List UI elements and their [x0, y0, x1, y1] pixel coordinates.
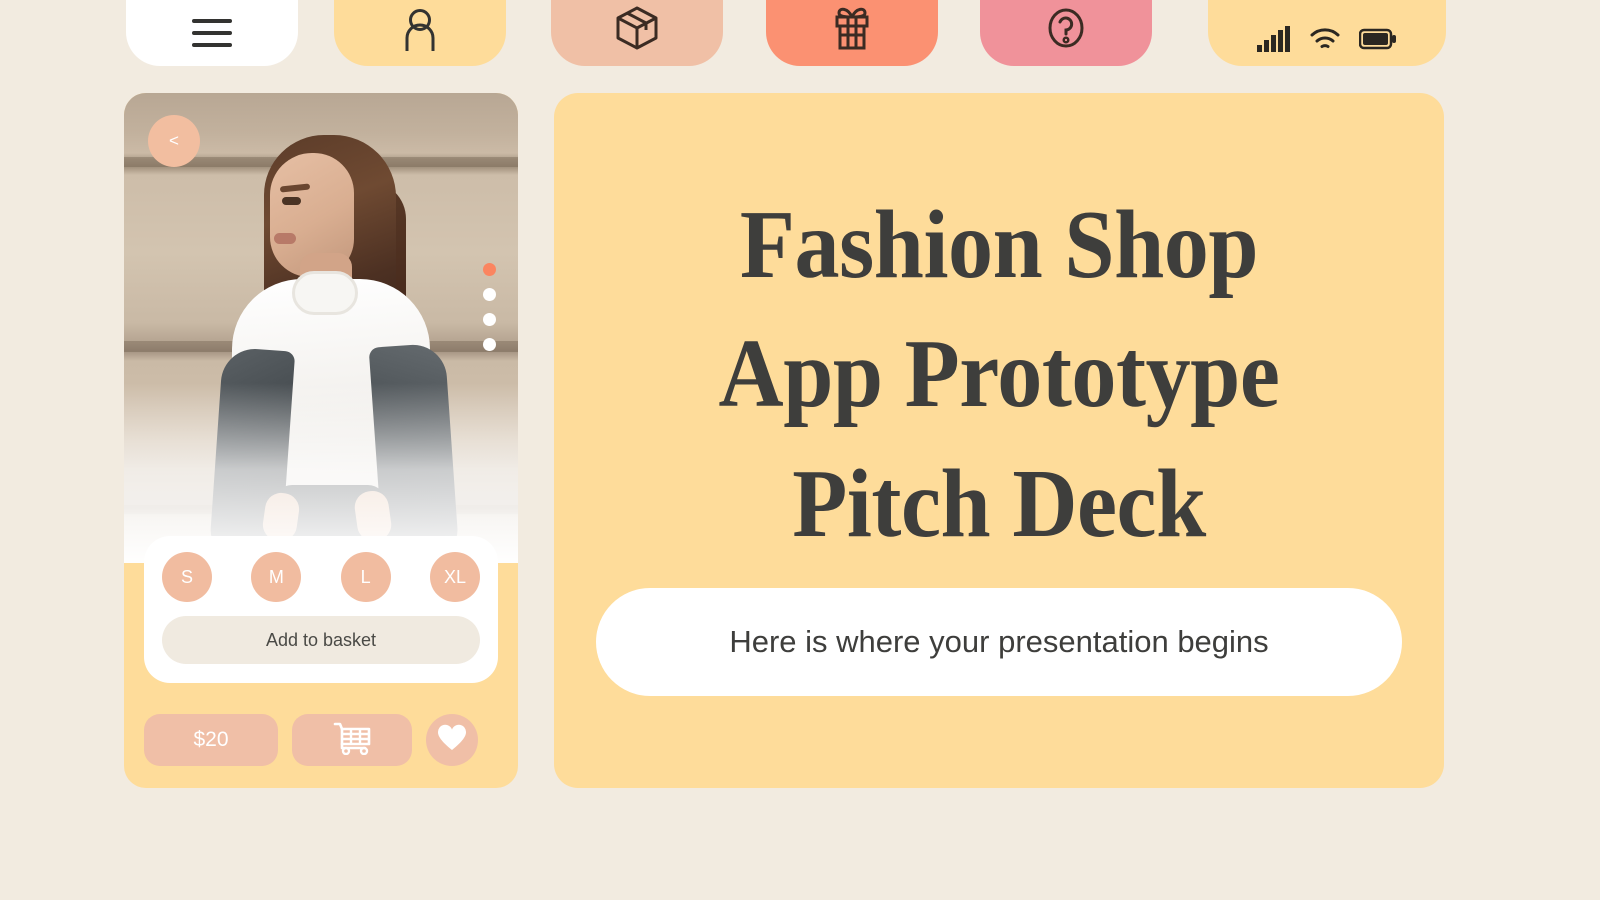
add-to-basket-button[interactable]: Add to basket — [162, 616, 480, 664]
size-label: M — [268, 566, 284, 587]
tab-orders[interactable] — [551, 0, 723, 66]
top-tab-bar — [0, 0, 1600, 66]
carousel-dot-3[interactable] — [483, 313, 496, 326]
title-line-1: Fashion Shop — [739, 191, 1259, 299]
model-lips — [274, 233, 296, 244]
back-button[interactable]: < — [148, 115, 200, 167]
carousel-dot-2[interactable] — [483, 288, 496, 301]
cart-button[interactable] — [292, 714, 412, 766]
status-icons — [1257, 26, 1397, 52]
chevron-left-icon: < — [169, 131, 179, 150]
model-turtleneck-collar — [292, 271, 358, 315]
carousel-dot-4[interactable] — [483, 338, 496, 351]
title-card: Fashion Shop App Prototype Pitch Deck He… — [554, 93, 1444, 788]
title-line-3: Pitch Deck — [792, 449, 1206, 558]
presentation-slide: < S M L XL Add to basket $20 Fashion Sho… — [0, 0, 1600, 900]
title-line-2: App Prototype — [718, 320, 1280, 429]
size-selector-panel: S M L XL Add to basket — [144, 536, 498, 683]
shopping-cart-icon — [331, 721, 373, 760]
battery-icon — [1359, 28, 1397, 50]
tab-gifts[interactable] — [766, 0, 938, 66]
carousel-dots[interactable] — [483, 263, 496, 351]
size-option-s[interactable]: S — [162, 552, 212, 602]
tab-status-bar — [1208, 0, 1446, 66]
tab-menu[interactable] — [126, 0, 298, 66]
product-action-bar: $20 — [144, 714, 498, 766]
phone-mockup-card: < S M L XL Add to basket $20 — [124, 93, 518, 788]
size-label: L — [360, 566, 371, 587]
question-circle-icon — [1043, 4, 1089, 52]
subtitle-pill: Here is where your presentation begins — [596, 588, 1402, 696]
tab-help[interactable] — [980, 0, 1152, 66]
size-option-m[interactable]: M — [251, 552, 302, 602]
tab-user[interactable] — [334, 0, 506, 66]
page-title: Fashion Shop App Prototype Pitch Deck — [590, 181, 1409, 569]
heart-icon — [437, 724, 467, 757]
user-profile-icon — [400, 8, 440, 52]
model-eye — [282, 197, 301, 205]
price-value: $20 — [193, 728, 229, 751]
size-label: S — [180, 566, 193, 587]
size-label: XL — [443, 566, 466, 587]
size-options: S M L XL — [162, 552, 480, 602]
size-option-xl[interactable]: XL — [429, 552, 480, 602]
size-option-l[interactable]: L — [340, 552, 391, 602]
gift-icon — [829, 4, 875, 52]
package-box-icon — [614, 4, 660, 52]
subtitle-text: Here is where your presentation begins — [729, 624, 1269, 659]
favorite-button[interactable] — [426, 714, 478, 766]
price-display: $20 — [144, 714, 278, 766]
wifi-icon — [1309, 27, 1341, 51]
carousel-dot-1[interactable] — [483, 263, 496, 276]
hamburger-menu-icon — [186, 14, 238, 52]
signal-bars-icon — [1257, 26, 1291, 52]
